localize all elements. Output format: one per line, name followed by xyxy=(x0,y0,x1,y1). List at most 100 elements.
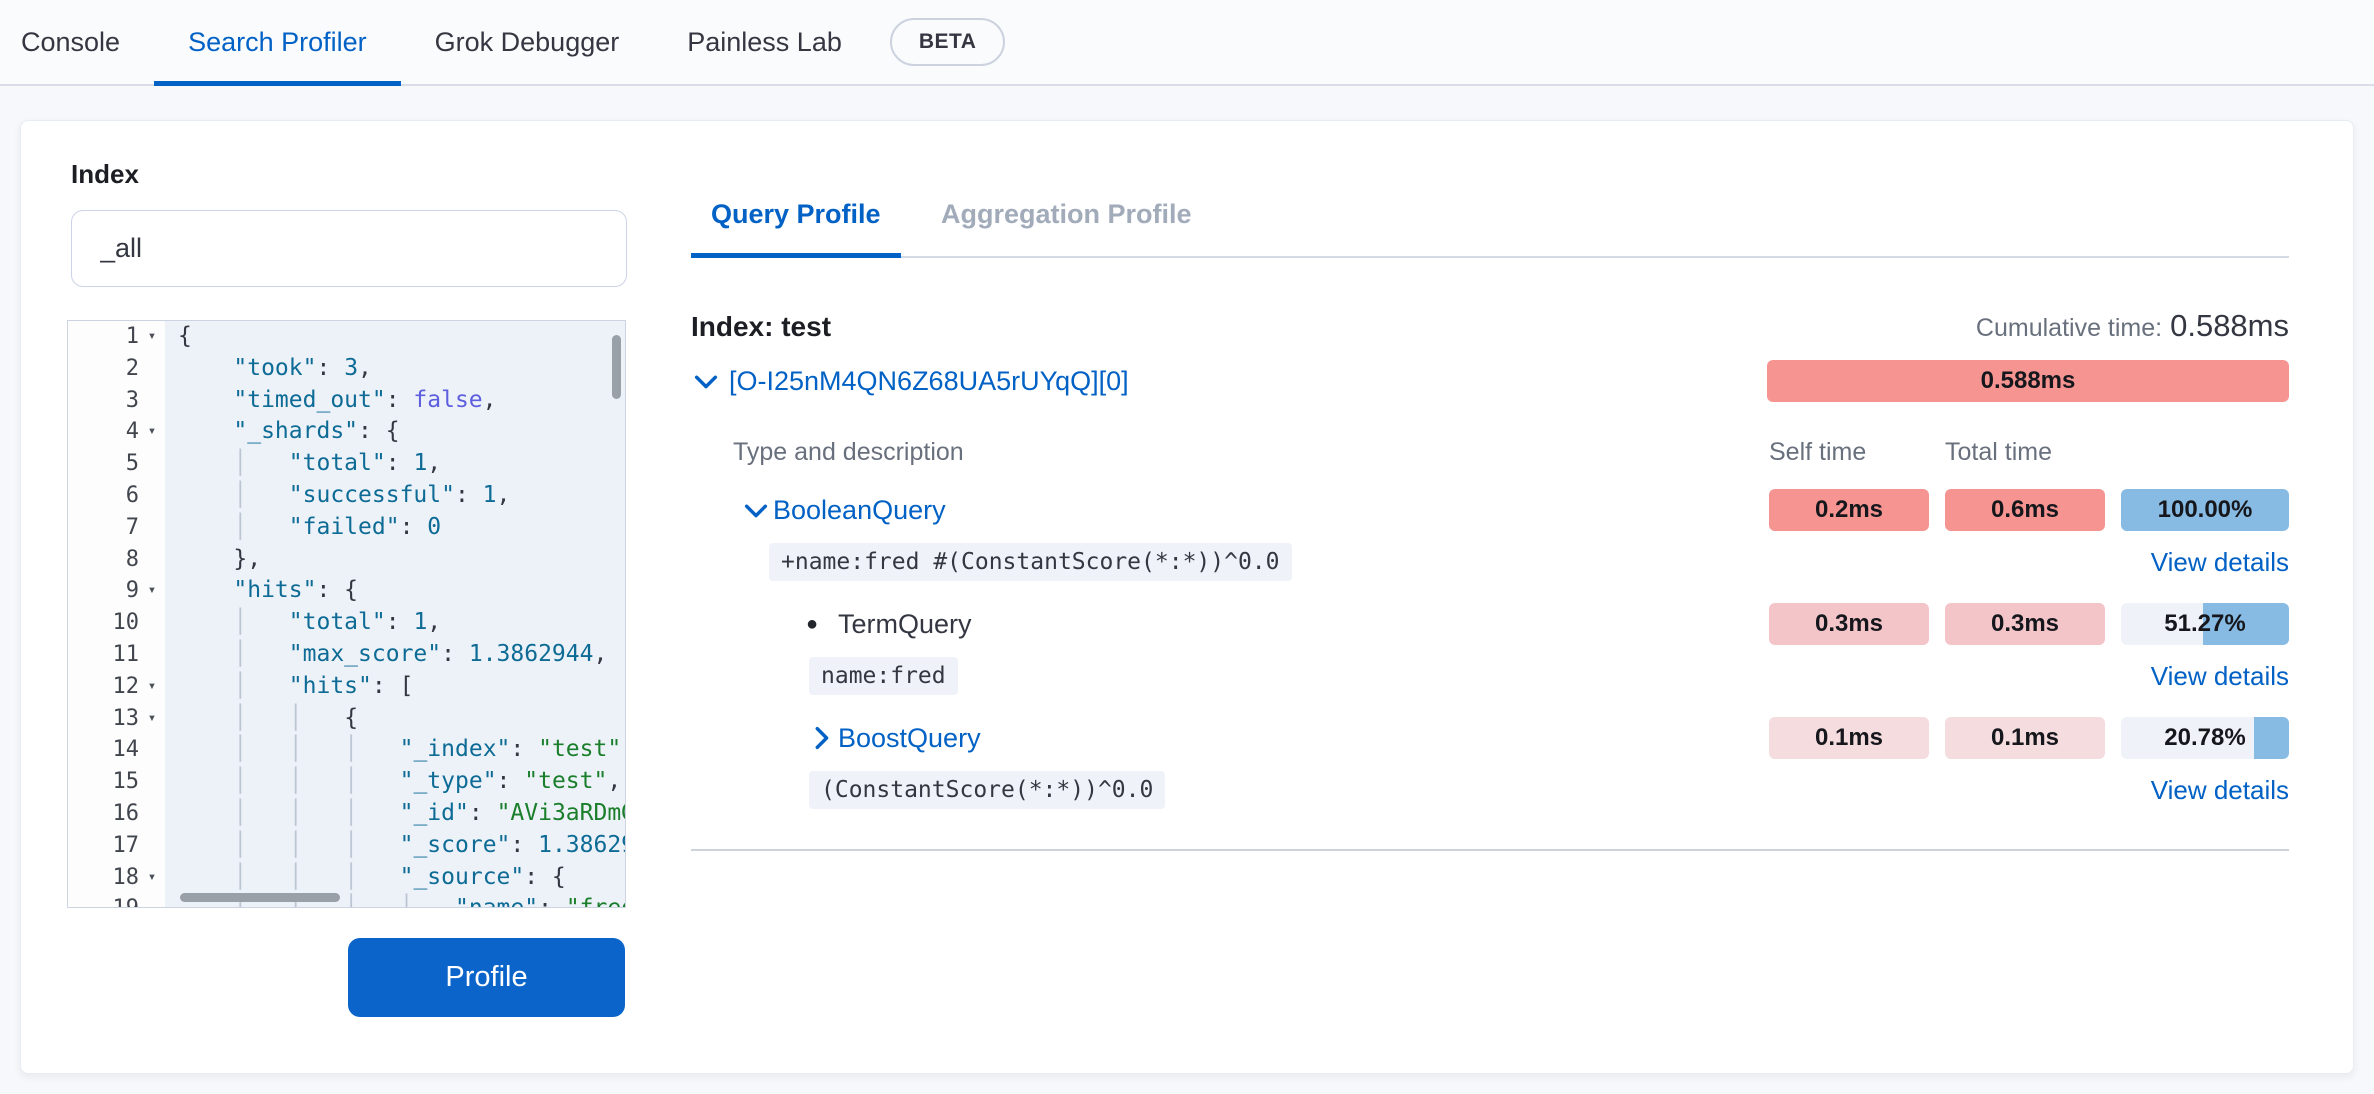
profile-row-detail: (ConstantScore(*:*))^0.0 View details xyxy=(691,771,2289,809)
editor-gutter: 17 xyxy=(68,830,165,862)
fold-arrow-icon[interactable]: ▾ xyxy=(139,416,165,448)
editor-gutter: 12▾ xyxy=(68,671,165,703)
line-number: 17 xyxy=(113,830,140,862)
shard-expander-link[interactable]: [O-I25nM4QN6Z68UA5rUYqQ][0] xyxy=(691,366,1129,397)
view-details-link[interactable]: View details xyxy=(2121,547,2289,578)
self-time-badge: 0.1ms xyxy=(1769,717,1929,759)
tab-aggregation-profile[interactable]: Aggregation Profile xyxy=(921,183,1212,256)
column-headers: Type and description Self time Total tim… xyxy=(691,438,2289,467)
query-node-label: TermQuery xyxy=(838,609,972,640)
fold-arrow-icon[interactable]: ▾ xyxy=(139,671,165,703)
editor-gutter: 10 xyxy=(68,607,165,639)
editor-line: 18▾ │ │ │ "_source": { xyxy=(68,862,625,894)
query-editor-column: Index 1▾{2 "took": 3,3 "timed_out": fals… xyxy=(67,159,627,1017)
editor-gutter: 5 xyxy=(68,448,165,480)
editor-line: 5 │ "total": 1, xyxy=(68,448,625,480)
col-total-time: Total time xyxy=(1945,438,2105,467)
query-node-label: BoostQuery xyxy=(838,723,981,754)
profile-row-main: ●TermQuery0.3ms0.3ms51.27% xyxy=(691,603,2289,645)
editor-gutter: 9▾ xyxy=(68,575,165,607)
editor-code-line: { xyxy=(165,321,625,353)
editor-line: 6 │ "successful": 1, xyxy=(68,480,625,512)
top-tab-console[interactable]: Console xyxy=(0,0,154,84)
editor-code-line: │ "failed": 0 xyxy=(165,512,625,544)
editor-line: 12▾ │ "hits": [ xyxy=(68,671,625,703)
editor-code-line: │ │ │ "_id": "AVi3aRDmGKWp xyxy=(165,798,625,830)
query-description-code: (ConstantScore(*:*))^0.0 xyxy=(809,771,1165,809)
line-number: 1 xyxy=(126,321,139,353)
search-profiler-panel: Index 1▾{2 "took": 3,3 "timed_out": fals… xyxy=(20,120,2354,1074)
profile-row-main: BooleanQuery0.2ms0.6ms100.00% xyxy=(691,489,2289,531)
chevron-down-icon xyxy=(741,495,771,525)
query-node-termquery: ●TermQuery xyxy=(691,609,1753,640)
index-heading: Index: test xyxy=(691,311,831,343)
view-details-link[interactable]: View details xyxy=(2121,775,2289,806)
percent-badge: 20.78% xyxy=(2121,717,2289,759)
cumulative-time-label: Cumulative time: xyxy=(1976,314,2162,342)
profile-button[interactable]: Profile xyxy=(348,938,625,1017)
section-divider xyxy=(691,849,2289,851)
editor-line: 9▾ "hits": { xyxy=(68,575,625,607)
line-number: 19 xyxy=(113,893,140,908)
query-description-code: name:fred xyxy=(809,657,958,695)
top-tab-painless-lab[interactable]: Painless Lab xyxy=(653,0,876,84)
fold-arrow-icon[interactable]: ▾ xyxy=(139,862,165,894)
view-details-link[interactable]: View details xyxy=(2121,661,2289,692)
editor-code-line: "timed_out": false, xyxy=(165,385,625,417)
editor-line: 2 "took": 3, xyxy=(68,353,625,385)
editor-gutter: 15 xyxy=(68,766,165,798)
editor-vertical-scrollbar[interactable] xyxy=(612,335,621,399)
chevron-down-icon xyxy=(691,366,721,396)
editor-gutter: 19 xyxy=(68,893,165,908)
editor-code-line: │ │ │ "_source": { xyxy=(165,862,625,894)
query-node-booleanquery[interactable]: BooleanQuery xyxy=(691,495,1753,526)
tab-query-profile[interactable]: Query Profile xyxy=(691,183,901,256)
editor-code-line: │ │ │ "_type": "test", xyxy=(165,766,625,798)
beta-badge: BETA xyxy=(890,18,1006,66)
shard-id: [O-I25nM4QN6Z68UA5rUYqQ][0] xyxy=(729,366,1129,397)
profile-row: BooleanQuery0.2ms0.6ms100.00% +name:fred … xyxy=(691,489,2289,581)
dev-tools-tab-bar: ConsoleSearch ProfilerGrok DebuggerPainl… xyxy=(0,0,2374,86)
line-number: 4 xyxy=(126,416,139,448)
editor-code-line: │ │ │ "_score": 1.3862944 xyxy=(165,830,625,862)
editor-gutter: 11 xyxy=(68,639,165,671)
editor-line: 10 │ "total": 1, xyxy=(68,607,625,639)
total-time-badge: 0.1ms xyxy=(1945,717,2105,759)
editor-horizontal-scrollbar[interactable] xyxy=(180,893,340,902)
editor-line: 16 │ │ │ "_id": "AVi3aRDmGKWp xyxy=(68,798,625,830)
editor-gutter: 4▾ xyxy=(68,416,165,448)
editor-code-line: "_shards": { xyxy=(165,416,625,448)
percent-label: 20.78% xyxy=(2164,724,2245,752)
line-number: 8 xyxy=(126,544,139,576)
editor-gutter: 7 xyxy=(68,512,165,544)
fold-spacer xyxy=(139,798,165,830)
query-node-label: BooleanQuery xyxy=(773,495,946,526)
top-tab-search-profiler[interactable]: Search Profiler xyxy=(154,0,401,84)
editor-line: 4▾ "_shards": { xyxy=(68,416,625,448)
index-label: Index xyxy=(71,159,627,190)
line-number: 2 xyxy=(126,353,139,385)
editor-line: 7 │ "failed": 0 xyxy=(68,512,625,544)
profile-tabs: Query Profile Aggregation Profile xyxy=(691,183,2289,258)
query-description: name:fred xyxy=(691,657,1753,695)
editor-gutter: 8 xyxy=(68,544,165,576)
editor-line: 17 │ │ │ "_score": 1.3862944 xyxy=(68,830,625,862)
percent-badge: 100.00% xyxy=(2121,489,2289,531)
top-tab-grok-debugger[interactable]: Grok Debugger xyxy=(401,0,654,84)
profile-row-detail: +name:fred #(ConstantScore(*:*))^0.0View… xyxy=(691,543,2289,581)
editor-gutter: 16 xyxy=(68,798,165,830)
editor-line: 19 │ │ │ │ "name": "fred" xyxy=(68,893,625,908)
fold-spacer xyxy=(139,353,165,385)
cumulative-time-value: 0.588ms xyxy=(2170,308,2289,343)
index-input[interactable] xyxy=(71,210,627,287)
line-number: 13 xyxy=(113,703,140,735)
fold-arrow-icon[interactable]: ▾ xyxy=(139,321,165,353)
line-number: 18 xyxy=(113,862,140,894)
fold-arrow-icon[interactable]: ▾ xyxy=(139,575,165,607)
editor-line: 13▾ │ │ { xyxy=(68,703,625,735)
fold-arrow-icon[interactable]: ▾ xyxy=(139,703,165,735)
fold-spacer xyxy=(139,448,165,480)
json-code-editor[interactable]: 1▾{2 "took": 3,3 "timed_out": false,4▾ "… xyxy=(67,320,626,908)
query-node-boostquery[interactable]: BoostQuery xyxy=(691,723,1753,754)
fold-spacer xyxy=(139,512,165,544)
